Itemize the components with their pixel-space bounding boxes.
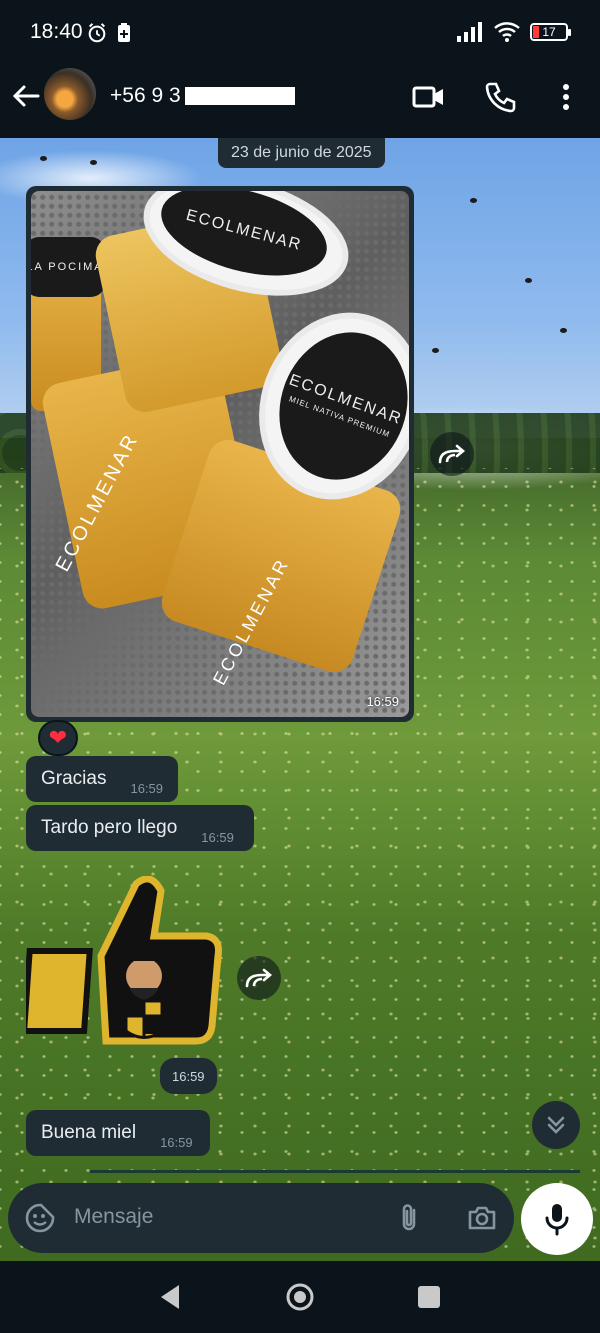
- wallpaper-bee: [432, 348, 439, 353]
- double-chevron-down-icon: [547, 1116, 565, 1134]
- nav-home-icon[interactable]: [284, 1281, 316, 1313]
- status-bar: 18:40 17: [0, 0, 600, 68]
- camera-icon[interactable]: [466, 1202, 498, 1234]
- back-arrow-icon[interactable]: [10, 80, 42, 112]
- forward-icon: [245, 968, 273, 988]
- microphone-icon: [545, 1204, 569, 1236]
- message-bubble[interactable]: Buena miel 16:59: [26, 1110, 210, 1156]
- message-text: Tardo pero llego: [41, 817, 178, 838]
- avatar[interactable]: [44, 68, 96, 120]
- alarm-icon: [88, 23, 106, 43]
- date-chip: 23 de junio de 2025: [218, 138, 385, 168]
- wallpaper-bee: [525, 278, 532, 283]
- forward-button[interactable]: [237, 956, 281, 1000]
- phone-call-icon[interactable]: [484, 80, 518, 114]
- nav-recents-icon[interactable]: [413, 1281, 445, 1313]
- wifi-icon: [494, 22, 520, 42]
- scroll-to-bottom-button[interactable]: [532, 1101, 580, 1149]
- message-input-bar[interactable]: Mensaje: [8, 1183, 514, 1253]
- sticker-time: 16:59: [160, 1058, 217, 1094]
- chat-area[interactable]: 23 de junio de 2025 LA POCIMA ECOLMENAR …: [0, 138, 600, 1261]
- sticker-emoji-icon[interactable]: [24, 1202, 56, 1234]
- thumbs-up-sticker[interactable]: [26, 876, 226, 1051]
- message-time: 16:59: [201, 830, 234, 845]
- status-time: 18:40: [30, 20, 83, 43]
- battery-saver-icon: [118, 23, 130, 42]
- battery-icon: 17: [530, 23, 571, 41]
- message-bubble[interactable]: Gracias 16:59: [26, 756, 178, 802]
- message-time: 16:59: [130, 781, 164, 796]
- message-text: Buena miel: [41, 1122, 137, 1143]
- small-jar-label: LA POCIMA: [31, 237, 105, 297]
- image-message[interactable]: LA POCIMA ECOLMENAR ECOLMENAR ECOLMENAR …: [26, 186, 414, 722]
- system-nav-bar: [0, 1261, 600, 1333]
- voice-record-button[interactable]: [521, 1183, 593, 1255]
- message-time: 16:59: [366, 694, 399, 709]
- reaction-badge[interactable]: ❤: [38, 720, 78, 756]
- message-input[interactable]: Mensaje: [74, 1205, 153, 1229]
- wallpaper-bee: [90, 160, 97, 165]
- more-options-icon[interactable]: [549, 80, 583, 114]
- contact-phone: +56 9 3: [110, 84, 181, 107]
- nav-back-icon[interactable]: [155, 1281, 187, 1313]
- wallpaper-bee: [40, 156, 47, 161]
- message-bubble[interactable]: Tardo pero llego 16:59: [26, 805, 254, 851]
- signal-icon: [457, 22, 482, 42]
- divider: [90, 1170, 580, 1173]
- chat-header: +56 9 3: [0, 68, 600, 138]
- wallpaper-bee: [560, 328, 567, 333]
- forward-button[interactable]: [430, 432, 474, 476]
- message-time: 16:59: [160, 1135, 193, 1150]
- heart-icon: ❤: [48, 725, 68, 750]
- message-text: Gracias: [41, 768, 107, 789]
- wallpaper-bee: [470, 198, 477, 203]
- honey-jars-photo[interactable]: LA POCIMA ECOLMENAR ECOLMENAR ECOLMENAR …: [31, 191, 409, 717]
- attach-paperclip-icon[interactable]: [394, 1202, 426, 1234]
- redaction-bar: [184, 87, 295, 106]
- contact-name[interactable]: +56 9 3: [110, 84, 295, 108]
- forward-icon: [438, 444, 466, 464]
- video-call-icon[interactable]: [412, 80, 446, 114]
- battery-level: 17: [542, 25, 556, 39]
